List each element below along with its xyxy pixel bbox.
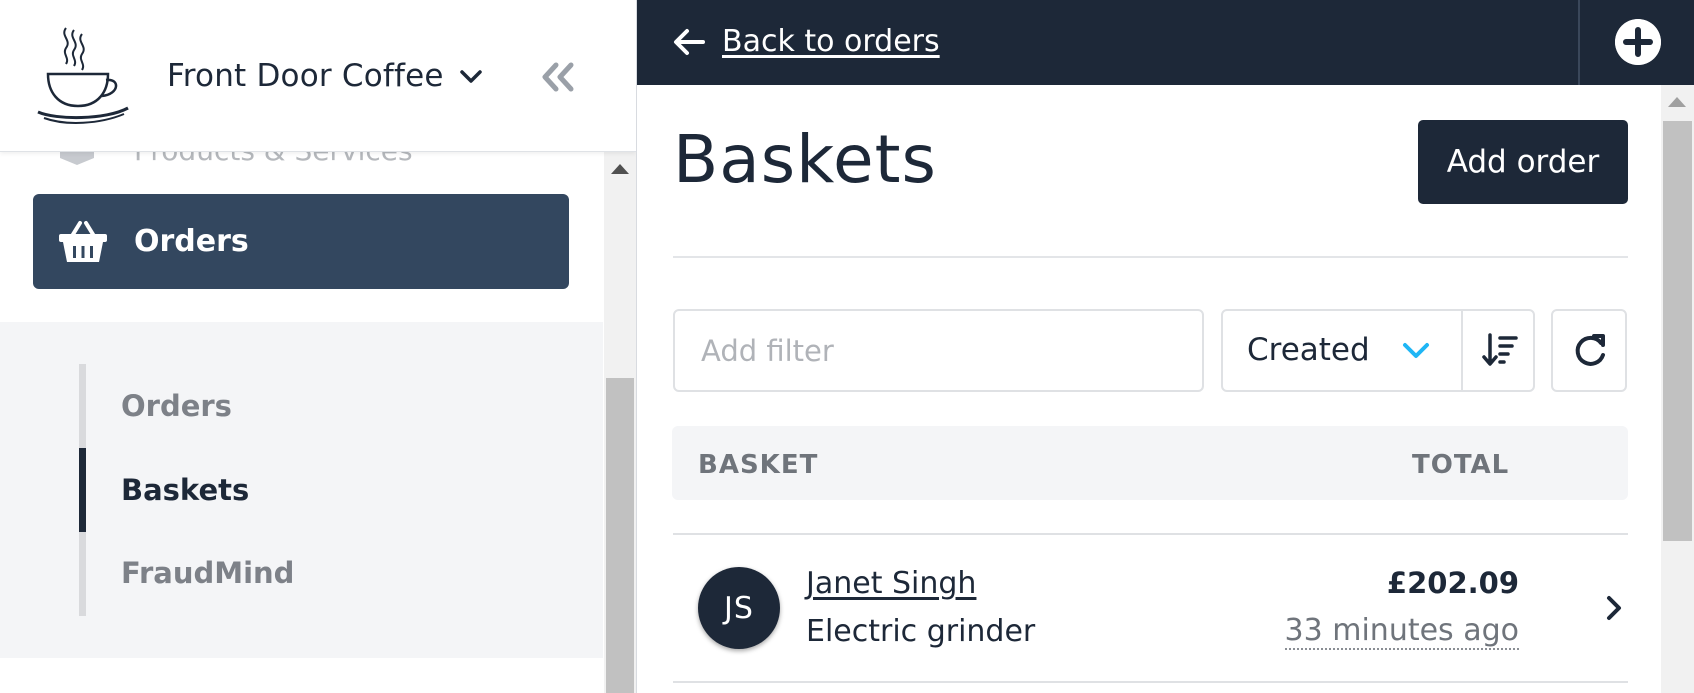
customer-name-link[interactable]: Janet Singh — [806, 566, 976, 601]
add-order-button[interactable]: Add order — [1418, 120, 1628, 204]
arrow-left-icon[interactable] — [673, 27, 705, 57]
main-content: Baskets Add order Created BASKET TOTAL J… — [637, 85, 1661, 693]
basket-icon — [59, 220, 107, 262]
sub-nav-active-indicator — [79, 448, 86, 532]
plus-circle-icon[interactable] — [1615, 19, 1661, 65]
scrollbar-thumb[interactable] — [1663, 121, 1692, 541]
sort-direction-button[interactable] — [1463, 311, 1533, 390]
scrollbar-thumb[interactable] — [606, 378, 634, 693]
refresh-icon — [1575, 334, 1605, 366]
sort-field-value: Created — [1247, 332, 1370, 368]
title-divider — [673, 256, 1628, 258]
sub-navigation: Orders Baskets FraudMind — [0, 322, 603, 658]
topbar-divider — [1578, 0, 1580, 85]
scroll-up-arrow[interactable] — [611, 164, 629, 174]
double-chevron-left-icon[interactable] — [540, 60, 576, 94]
sort-descending-icon — [1482, 333, 1518, 366]
sidebar-item-orders[interactable]: Orders — [33, 194, 569, 289]
chevron-down-icon[interactable] — [458, 66, 484, 88]
avatar: JS — [698, 567, 780, 649]
sort-field-select[interactable]: Created — [1223, 311, 1461, 390]
basket-total: £202.09 — [1386, 566, 1519, 600]
chevron-right-icon[interactable] — [1604, 593, 1624, 623]
sub-nav-fraudmind[interactable]: FraudMind — [121, 556, 294, 590]
table-row[interactable]: JS Janet Singh Electric grinder £202.09 … — [673, 535, 1628, 681]
column-header-basket: BASKET — [698, 450, 819, 480]
row-divider — [673, 681, 1628, 683]
main-scrollbar[interactable] — [1661, 85, 1694, 693]
store-name[interactable]: Front Door Coffee — [167, 58, 444, 94]
store-header: Front Door Coffee — [0, 0, 636, 152]
coffee-cup-logo — [37, 27, 129, 124]
table-header: BASKET TOTAL — [672, 426, 1628, 500]
column-header-total: TOTAL — [1412, 450, 1510, 480]
back-to-orders-link[interactable]: Back to orders — [722, 24, 940, 59]
scroll-up-arrow[interactable] — [1668, 97, 1686, 107]
sub-nav-orders[interactable]: Orders — [121, 389, 232, 423]
top-bar: Back to orders — [637, 0, 1694, 85]
sidebar-scrollbar[interactable] — [604, 152, 636, 693]
page-title: Baskets — [673, 121, 937, 198]
refresh-button[interactable] — [1551, 309, 1627, 392]
sort-control: Created — [1221, 309, 1535, 392]
filter-input[interactable] — [673, 309, 1204, 392]
basket-item: Electric grinder — [806, 614, 1036, 649]
created-time: 33 minutes ago — [1284, 613, 1519, 650]
sidebar: Products & Services Front Door Coffee — [0, 0, 637, 693]
sidebar-item-label: Orders — [134, 224, 249, 259]
chevron-down-icon — [1403, 343, 1429, 358]
sub-nav-baskets[interactable]: Baskets — [121, 473, 249, 507]
